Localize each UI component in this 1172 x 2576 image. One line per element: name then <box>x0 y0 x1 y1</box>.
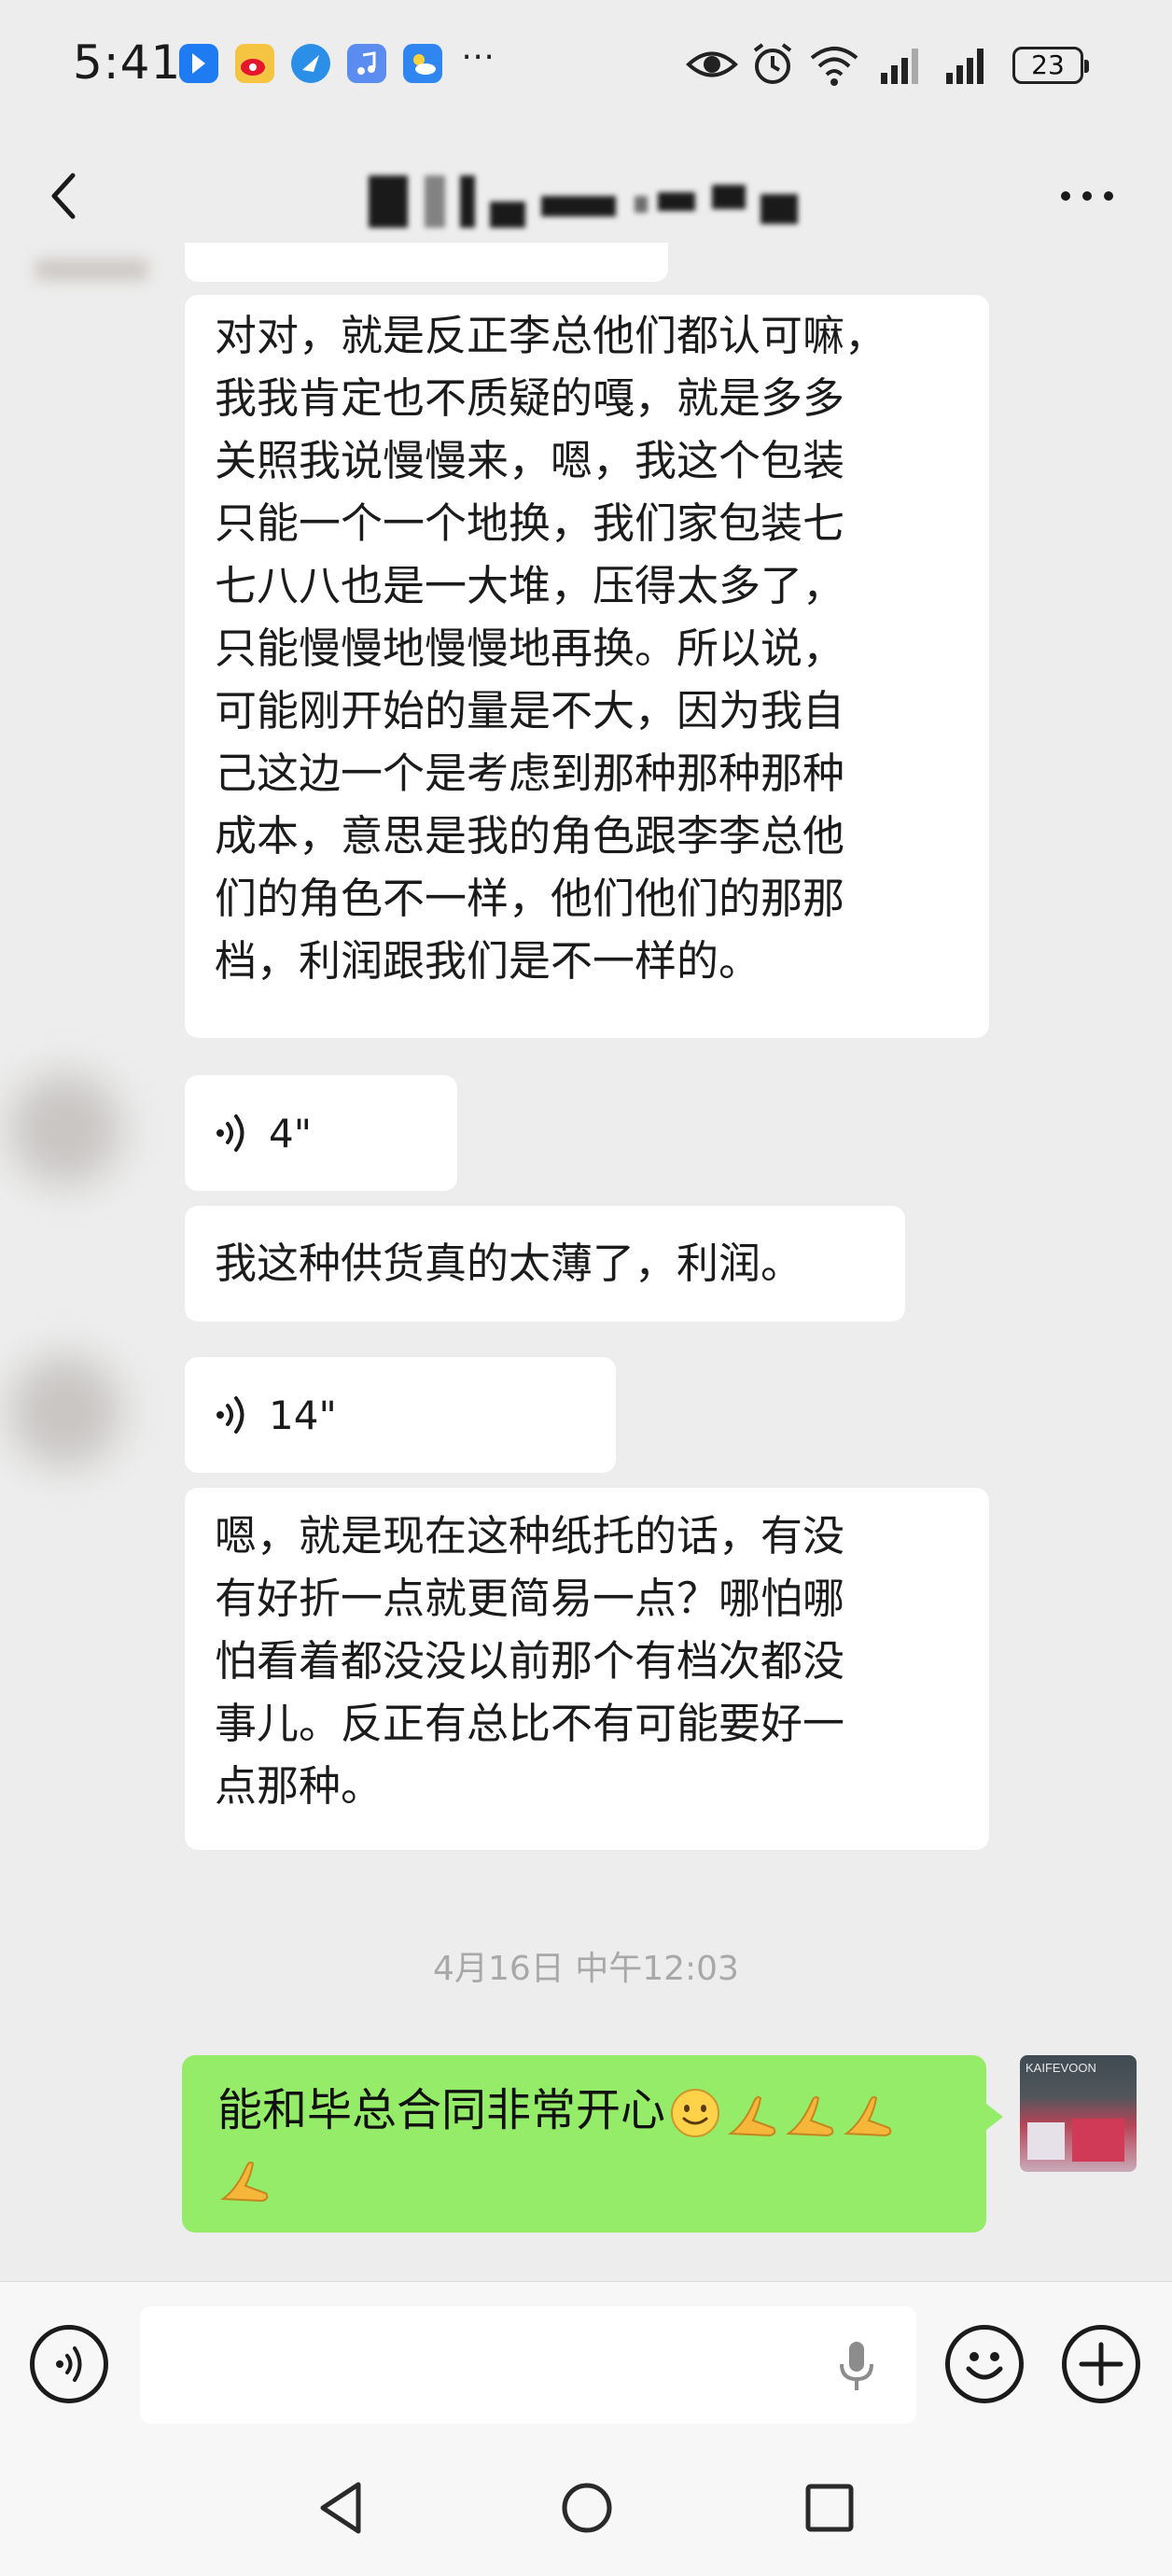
more-horizontal-icon[interactable] <box>1054 177 1120 215</box>
wifi-icon <box>810 47 858 86</box>
microphone-icon[interactable] <box>836 2340 877 2392</box>
chat-title-redacted <box>369 175 807 228</box>
avatar-brand-text: KAIFEVOON <box>1026 2061 1096 2075</box>
smile-emoji-icon <box>671 2089 720 2137</box>
signal-icon-2 <box>946 49 984 84</box>
alarm-icon <box>753 43 792 84</box>
avatar[interactable] <box>9 1073 121 1185</box>
voice-message[interactable]: 4" <box>185 1075 457 1191</box>
voice-duration: 14" <box>269 1392 337 1438</box>
voice-wave-icon <box>216 1114 244 1152</box>
smile-icon <box>966 2352 1003 2380</box>
status-time: 5:41 <box>73 35 182 90</box>
bluetooth-app-icon <box>179 44 218 83</box>
voice-input-button[interactable] <box>30 2325 108 2403</box>
message-text: 嗯，就是现在这种纸托的话，有没 有好折一点就更简易一点？哪怕哪 怕看着都没没以前… <box>215 1511 845 1811</box>
eye-icon <box>686 51 738 77</box>
nav-home-icon[interactable] <box>560 2481 614 2535</box>
chat-header <box>0 131 1172 261</box>
message-bubble[interactable]: 我这种供货真的太薄了，利润。 <box>185 1206 905 1322</box>
praying-hands-emoji-icon <box>220 2161 269 2203</box>
music-icon <box>347 44 386 83</box>
message-input[interactable] <box>140 2306 916 2424</box>
praying-hands-emoji-icon <box>786 2095 834 2137</box>
previous-avatar-remnant <box>35 259 147 280</box>
voice-wave-icon <box>56 2346 82 2382</box>
my-avatar[interactable]: KAIFEVOON <box>1020 2055 1137 2172</box>
praying-hands-emoji-icon <box>728 2095 776 2137</box>
system-nav-bar <box>0 2445 1172 2576</box>
add-attachment-button[interactable] <box>1062 2325 1140 2403</box>
signal-icon <box>881 49 918 84</box>
chevron-left-icon[interactable] <box>37 168 93 224</box>
browser-icon <box>291 44 330 83</box>
praying-hands-emoji-icon <box>844 2095 892 2137</box>
message-bubble[interactable]: 对对，就是反正李总他们都认可嘛， 我我肯定也不质疑的嘎，就是多多 关照我说慢慢来… <box>185 295 989 1038</box>
avatar[interactable] <box>9 1355 121 1467</box>
battery-indicator: 23 <box>1012 47 1089 84</box>
voice-wave-icon <box>216 1396 244 1434</box>
message-text: 我这种供货真的太薄了，利润。 <box>215 1239 803 1288</box>
nav-recents-icon[interactable] <box>804 2483 855 2533</box>
sent-message-bubble[interactable]: 能和毕总合同非常开心 <box>182 2055 1003 2233</box>
plus-icon <box>1079 2342 1123 2387</box>
message-text: 能和毕总合同非常开心 <box>217 2084 666 2136</box>
message-text: 对对，就是反正李总他们都认可嘛， 我我肯定也不质疑的嘎，就是多多 关照我说慢慢来… <box>215 311 887 986</box>
weibo-icon <box>235 44 274 83</box>
status-bar: 5:41 ⋯ 23 <box>0 0 1172 131</box>
nav-back-icon[interactable] <box>315 2479 368 2537</box>
previous-message-remnant <box>185 243 668 282</box>
emoji-button[interactable] <box>945 2325 1024 2403</box>
more-notifications-icon: ⋯ <box>461 37 495 76</box>
weather-icon <box>403 44 442 83</box>
message-bubble[interactable]: 嗯，就是现在这种纸托的话，有没 有好折一点就更简易一点？哪怕哪 怕看着都没没以前… <box>185 1488 989 1850</box>
chat-timestamp: 4月16日 中午12:03 <box>433 1950 739 1988</box>
voice-duration: 4" <box>269 1110 313 1156</box>
voice-message[interactable]: 14" <box>185 1357 616 1473</box>
input-bar <box>0 2281 1172 2445</box>
